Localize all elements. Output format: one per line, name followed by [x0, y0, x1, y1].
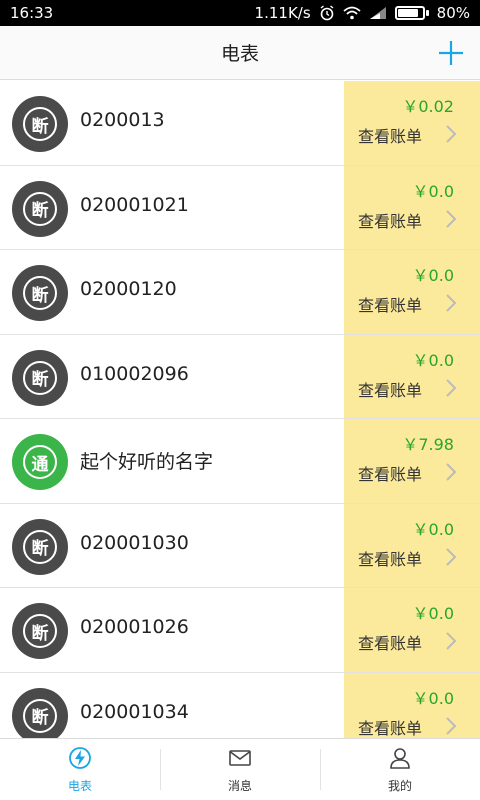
view-bill-button[interactable]: ￥7.98 查看账单	[344, 419, 480, 503]
envelope-icon	[228, 746, 252, 774]
view-bill-label: 查看账单	[358, 634, 423, 653]
view-bill-button[interactable]: ￥0.0 查看账单	[344, 250, 480, 334]
view-bill-button[interactable]: ￥0.0 查看账单	[344, 503, 480, 587]
alarm-icon	[320, 5, 334, 21]
list-item[interactable]: 断 020001030 ￥0.0 查看账单	[0, 503, 480, 588]
status-badge-label: 断	[23, 191, 57, 226]
list-item[interactable]: 断 010002096 ￥0.0 查看账单	[0, 334, 480, 419]
meter-list: 断 0200013 ￥0.02 查看账单 断 020001021 ￥0.0 查看…	[0, 81, 480, 738]
balance-amount: ￥0.0	[412, 181, 454, 201]
tab-label: 消息	[227, 778, 252, 793]
list-item[interactable]: 通 起个好听的名字 ￥7.98 查看账单	[0, 419, 480, 504]
tab-meters[interactable]: 电表	[0, 739, 160, 800]
chevron-right-icon	[446, 463, 457, 481]
list-item[interactable]: 断 020001034 ￥0.0 查看账单	[0, 672, 480, 738]
list-item[interactable]: 断 0200013 ￥0.02 查看账单	[0, 81, 480, 166]
view-bill-label: 查看账单	[358, 718, 423, 738]
view-bill-button[interactable]: ￥0.0 查看账单	[344, 672, 480, 738]
list-item[interactable]: 断 020001026 ￥0.0 查看账单	[0, 588, 480, 673]
meter-name: 020001030	[80, 531, 189, 554]
add-meter-button[interactable]	[436, 38, 466, 68]
balance-amount: ￥0.0	[412, 350, 454, 370]
status-bar: 16:33 1.11K/s 80%	[0, 0, 480, 26]
status-badge: 断	[12, 349, 68, 406]
balance-amount: ￥0.0	[412, 519, 454, 539]
view-bill-button[interactable]: ￥0.0 查看账单	[344, 588, 480, 672]
status-badge: 断	[12, 96, 68, 152]
meter-name: 02000120	[80, 278, 177, 300]
tab-label: 电表	[67, 778, 92, 793]
meter-name: 020001021	[80, 193, 189, 216]
chevron-right-icon	[446, 547, 457, 566]
tab-label: 我的	[387, 778, 412, 793]
person-icon	[388, 746, 412, 774]
header: 电表	[0, 26, 480, 80]
meter-name: 020001034	[80, 700, 189, 723]
list-item[interactable]: 断 02000120 ￥0.0 查看账单	[0, 250, 480, 335]
view-bill-label: 查看账单	[358, 296, 423, 315]
status-badge: 断	[12, 603, 68, 659]
status-badge-label: 通	[23, 445, 57, 479]
chevron-right-icon	[446, 125, 457, 143]
meter-name: 0200013	[80, 109, 165, 131]
view-bill-label: 查看账单	[358, 549, 423, 569]
status-indicators: 1.11K/s 80%	[255, 4, 470, 22]
chevron-right-icon	[446, 209, 457, 228]
status-badge-label: 断	[23, 614, 57, 648]
balance-amount: ￥7.98	[402, 435, 454, 454]
chevron-right-icon	[446, 294, 457, 312]
status-badge: 通	[12, 434, 68, 490]
status-badge-label: 断	[23, 698, 57, 733]
tab-mine[interactable]: 我的	[320, 739, 480, 800]
status-badge: 断	[12, 265, 68, 321]
view-bill-label: 查看账单	[358, 465, 423, 484]
status-badge-label: 断	[23, 360, 57, 395]
list-item[interactable]: 断 020001021 ￥0.0 查看账单	[0, 165, 480, 250]
view-bill-button[interactable]: ￥0.02 查看账单	[344, 81, 480, 165]
signal-icon	[369, 7, 386, 19]
view-bill-button[interactable]: ￥0.0 查看账单	[344, 165, 480, 249]
status-time: 16:33	[10, 4, 54, 22]
view-bill-label: 查看账单	[358, 380, 423, 400]
status-badge-label: 断	[23, 107, 57, 141]
status-badge: 断	[12, 180, 68, 237]
balance-amount: ￥0.0	[412, 266, 454, 285]
chevron-right-icon	[446, 716, 457, 735]
status-badge-label: 断	[23, 529, 57, 564]
meter-name: 010002096	[80, 362, 189, 385]
status-badge: 断	[12, 518, 68, 575]
status-badge-label: 断	[23, 276, 57, 310]
chevron-right-icon	[446, 378, 457, 397]
view-bill-label: 查看账单	[358, 127, 423, 146]
lightning-icon	[68, 746, 92, 774]
chevron-right-icon	[446, 632, 457, 650]
meter-name: 起个好听的名字	[80, 451, 214, 473]
wifi-icon	[343, 6, 361, 20]
battery-level: 80%	[436, 4, 470, 22]
bottom-tab-bar: 电表 消息 我的	[0, 738, 480, 800]
view-bill-button[interactable]: ￥0.0 查看账单	[344, 334, 480, 418]
meter-name: 020001026	[80, 616, 189, 638]
battery-icon	[394, 6, 429, 20]
view-bill-label: 查看账单	[358, 211, 423, 231]
status-badge: 断	[12, 687, 68, 738]
page-title: 电表	[220, 43, 259, 65]
tab-messages[interactable]: 消息	[160, 739, 320, 800]
balance-amount: ￥0.02	[402, 97, 454, 116]
balance-amount: ￥0.0	[412, 604, 454, 623]
network-speed: 1.11K/s	[254, 4, 311, 22]
balance-amount: ￥0.0	[412, 688, 454, 708]
